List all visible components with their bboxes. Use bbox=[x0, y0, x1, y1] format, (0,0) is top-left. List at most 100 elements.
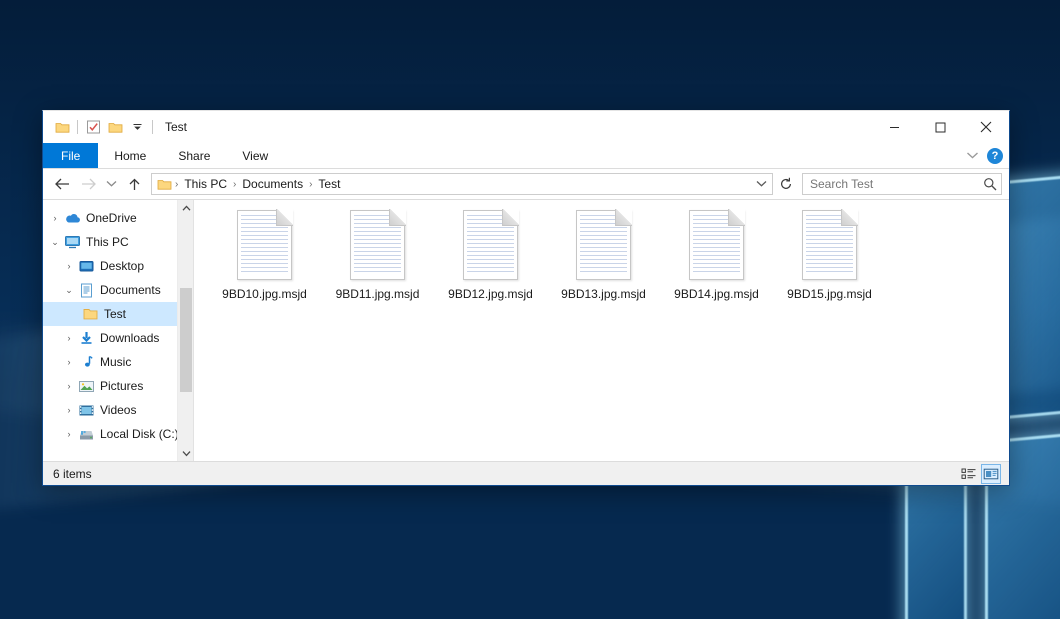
properties-icon[interactable] bbox=[82, 116, 104, 138]
quick-access-toolbar bbox=[51, 116, 157, 138]
file-list-area[interactable]: 9BD10.jpg.msjd 9BD11.jpg.msjd bbox=[193, 200, 1009, 461]
recent-locations-button[interactable] bbox=[102, 172, 120, 196]
tab-file[interactable]: File bbox=[43, 143, 98, 168]
sidebar-item-downloads[interactable]: › Downloads bbox=[43, 326, 193, 350]
chevron-right-icon[interactable]: › bbox=[61, 330, 77, 346]
chevron-right-icon[interactable]: › bbox=[61, 426, 77, 442]
minimize-button[interactable] bbox=[871, 111, 917, 143]
local-disk-icon bbox=[77, 426, 95, 442]
list-item[interactable]: 9BD14.jpg.msjd bbox=[660, 206, 773, 301]
details-view-button[interactable] bbox=[959, 464, 979, 484]
address-bar: › This PC › Documents › Test bbox=[43, 169, 1009, 199]
status-bar: 6 items bbox=[43, 461, 1009, 485]
file-name: 9BD14.jpg.msjd bbox=[674, 287, 759, 301]
list-item[interactable]: 9BD12.jpg.msjd bbox=[434, 206, 547, 301]
chevron-right-icon[interactable]: › bbox=[61, 378, 77, 394]
videos-icon bbox=[77, 402, 95, 418]
qat-separator-2 bbox=[152, 120, 153, 134]
breadcrumb-this-pc[interactable]: This PC bbox=[181, 177, 230, 191]
breadcrumb-test[interactable]: Test bbox=[315, 177, 343, 191]
sidebar-label-this-pc: This PC bbox=[86, 235, 129, 249]
breadcrumb-folder-icon bbox=[157, 178, 172, 191]
breadcrumb-documents[interactable]: Documents bbox=[239, 177, 306, 191]
scroll-down-arrow-icon[interactable] bbox=[178, 445, 193, 461]
file-grid: 9BD10.jpg.msjd 9BD11.jpg.msjd bbox=[208, 206, 1009, 301]
navigation-pane-scrollbar[interactable] bbox=[177, 200, 193, 461]
sidebar-item-this-pc[interactable]: ⌄ This PC bbox=[43, 230, 193, 254]
sidebar-label-music: Music bbox=[100, 355, 131, 369]
folder-icon[interactable] bbox=[51, 116, 73, 138]
sidebar-item-onedrive[interactable]: › OneDrive bbox=[43, 206, 193, 230]
sidebar-label-test: Test bbox=[104, 307, 126, 321]
music-icon bbox=[77, 354, 95, 370]
breadcrumb-separator-2: › bbox=[306, 179, 315, 190]
document-icon bbox=[463, 210, 518, 280]
chevron-right-icon[interactable]: › bbox=[47, 210, 63, 226]
document-icon bbox=[237, 210, 292, 280]
maximize-button[interactable] bbox=[917, 111, 963, 143]
documents-icon bbox=[77, 282, 95, 298]
search-input[interactable] bbox=[810, 177, 983, 191]
file-name: 9BD13.jpg.msjd bbox=[561, 287, 646, 301]
sidebar-item-pictures[interactable]: › Pictures bbox=[43, 374, 193, 398]
tab-share[interactable]: Share bbox=[162, 143, 226, 168]
breadcrumb[interactable]: › This PC › Documents › Test bbox=[151, 173, 773, 195]
customize-chevron-icon[interactable] bbox=[126, 116, 148, 138]
list-item[interactable]: 9BD11.jpg.msjd bbox=[321, 206, 434, 301]
large-icons-view-button[interactable] bbox=[981, 464, 1001, 484]
search-box[interactable] bbox=[802, 173, 1002, 195]
search-icon[interactable] bbox=[983, 177, 997, 191]
file-explorer-window: Test File Home Share View bbox=[42, 110, 1010, 486]
help-icon[interactable]: ? bbox=[987, 148, 1003, 164]
desktop: Test File Home Share View bbox=[0, 0, 1060, 619]
chevron-right-icon[interactable]: › bbox=[61, 354, 77, 370]
file-name: 9BD11.jpg.msjd bbox=[336, 287, 420, 301]
list-item[interactable]: 9BD15.jpg.msjd bbox=[773, 206, 886, 301]
file-name: 9BD12.jpg.msjd bbox=[448, 287, 533, 301]
sidebar-label-documents: Documents bbox=[100, 283, 161, 297]
sidebar-item-desktop[interactable]: › Desktop bbox=[43, 254, 193, 278]
chevron-down-icon[interactable]: ⌄ bbox=[47, 234, 63, 250]
list-item[interactable]: 9BD10.jpg.msjd bbox=[208, 206, 321, 301]
downloads-icon bbox=[77, 330, 95, 346]
sidebar-label-pictures: Pictures bbox=[100, 379, 143, 393]
sidebar-item-documents[interactable]: ⌄ Documents bbox=[43, 278, 193, 302]
ribbon-tab-bar: File Home Share View ? bbox=[43, 143, 1009, 169]
sidebar-item-music[interactable]: › Music bbox=[43, 350, 193, 374]
navigation-tree: › OneDrive ⌄ bbox=[43, 200, 193, 446]
list-item[interactable]: 9BD13.jpg.msjd bbox=[547, 206, 660, 301]
sidebar-item-test[interactable]: Test bbox=[43, 302, 193, 326]
back-button[interactable] bbox=[50, 172, 74, 196]
file-name: 9BD10.jpg.msjd bbox=[222, 287, 307, 301]
scrollbar-thumb[interactable] bbox=[180, 288, 192, 392]
pictures-icon bbox=[77, 378, 95, 394]
window-title: Test bbox=[165, 120, 187, 134]
chevron-down-icon[interactable]: ⌄ bbox=[61, 282, 77, 298]
folder-icon bbox=[81, 306, 99, 322]
this-pc-icon bbox=[63, 234, 81, 250]
sidebar-item-local-disk[interactable]: › Local Disk (C:) bbox=[43, 422, 193, 446]
item-count-label: 6 items bbox=[53, 467, 92, 481]
new-folder-icon[interactable] bbox=[104, 116, 126, 138]
up-button[interactable] bbox=[122, 172, 146, 196]
sidebar-label-downloads: Downloads bbox=[100, 331, 159, 345]
sidebar-label-local-disk: Local Disk (C:) bbox=[100, 427, 179, 441]
address-dropdown-icon[interactable] bbox=[752, 174, 770, 194]
close-button[interactable] bbox=[963, 111, 1009, 143]
sidebar-item-videos[interactable]: › Videos bbox=[43, 398, 193, 422]
breadcrumb-separator-1: › bbox=[230, 179, 239, 190]
desktop-icon bbox=[77, 258, 95, 274]
chevron-right-icon[interactable]: › bbox=[61, 258, 77, 274]
tab-home[interactable]: Home bbox=[98, 143, 162, 168]
caption-buttons bbox=[871, 111, 1009, 143]
chevron-right-icon[interactable]: › bbox=[61, 402, 77, 418]
tab-view[interactable]: View bbox=[226, 143, 284, 168]
title-bar: Test bbox=[43, 111, 1009, 143]
scroll-up-arrow-icon[interactable] bbox=[178, 200, 193, 216]
refresh-button[interactable] bbox=[775, 173, 797, 195]
document-icon bbox=[802, 210, 857, 280]
forward-button[interactable] bbox=[76, 172, 100, 196]
expand-ribbon-chevron-icon[interactable] bbox=[966, 149, 979, 163]
breadcrumb-separator-0: › bbox=[172, 179, 181, 190]
navigation-pane: › OneDrive ⌄ bbox=[43, 200, 193, 461]
